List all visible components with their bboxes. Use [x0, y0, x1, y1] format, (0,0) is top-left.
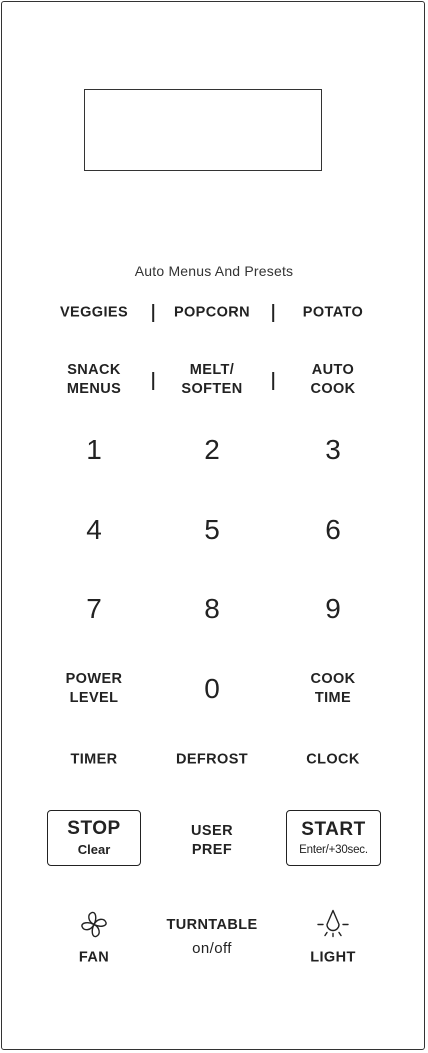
melt-soften-label-line2: SOFTEN	[181, 381, 243, 397]
key-6[interactable]: 6	[325, 514, 341, 546]
turntable-label-line2: on/off	[192, 940, 232, 957]
auto-cook-label-line1: AUTO	[311, 362, 355, 378]
key-3[interactable]: 3	[325, 434, 341, 466]
light-bulb-icon	[315, 908, 351, 943]
veggies-button[interactable]: VEGGIES	[60, 304, 128, 323]
power-level-button[interactable]: POWER LEVEL	[66, 670, 123, 708]
fan-button[interactable]: FAN	[79, 949, 109, 968]
stop-clear-button[interactable]: STOP Clear	[47, 810, 141, 866]
cook-time-label-line2: TIME	[314, 690, 352, 706]
cook-time-button[interactable]: COOK TIME	[310, 670, 355, 708]
stop-label: STOP	[67, 818, 121, 839]
key-8[interactable]: 8	[204, 593, 220, 625]
user-pref-label-line1: USER	[191, 823, 233, 839]
divider	[152, 304, 154, 322]
power-level-label-line2: LEVEL	[69, 690, 119, 706]
key-7[interactable]: 7	[86, 593, 102, 625]
divider	[152, 372, 154, 390]
user-pref-button[interactable]: USER PREF	[191, 822, 233, 860]
light-button[interactable]: LIGHT	[310, 949, 356, 968]
defrost-button[interactable]: DEFROST	[176, 751, 248, 770]
cook-time-label-line1: COOK	[310, 671, 356, 687]
fan-icon	[79, 910, 109, 945]
auto-menus-heading: Auto Menus And Presets	[134, 263, 294, 279]
power-level-label-line1: POWER	[65, 671, 123, 687]
user-pref-label-line2: PREF	[191, 842, 233, 858]
snack-menus-label-line2: MENUS	[66, 381, 122, 397]
clear-label: Clear	[77, 842, 111, 857]
key-1[interactable]: 1	[86, 434, 102, 466]
key-5[interactable]: 5	[204, 514, 220, 546]
popcorn-button[interactable]: POPCORN	[174, 304, 250, 323]
melt-soften-button[interactable]: MELT/ SOFTEN	[181, 361, 242, 399]
enter-30sec-label: Enter/+30sec.	[299, 843, 368, 856]
auto-cook-button[interactable]: AUTO COOK	[310, 361, 355, 399]
divider	[272, 304, 274, 322]
divider	[272, 372, 274, 390]
start-label: START	[301, 818, 366, 840]
clock-button[interactable]: CLOCK	[306, 751, 360, 770]
display-window	[84, 89, 322, 171]
melt-soften-label-line1: MELT/	[189, 362, 235, 378]
turntable-button[interactable]: TURNTABLE on/off	[166, 916, 257, 958]
potato-button[interactable]: POTATO	[303, 304, 363, 323]
key-9[interactable]: 9	[325, 593, 341, 625]
timer-button[interactable]: TIMER	[70, 751, 117, 770]
auto-cook-label-line2: COOK	[310, 381, 356, 397]
snack-menus-label-line1: SNACK	[67, 362, 121, 378]
start-button[interactable]: START Enter/+30sec.	[286, 810, 381, 866]
snack-menus-button[interactable]: SNACK MENUS	[67, 361, 121, 399]
turntable-label-line1: TURNTABLE	[166, 917, 258, 933]
key-2[interactable]: 2	[204, 434, 220, 466]
key-4[interactable]: 4	[86, 514, 102, 546]
key-0[interactable]: 0	[204, 673, 220, 705]
